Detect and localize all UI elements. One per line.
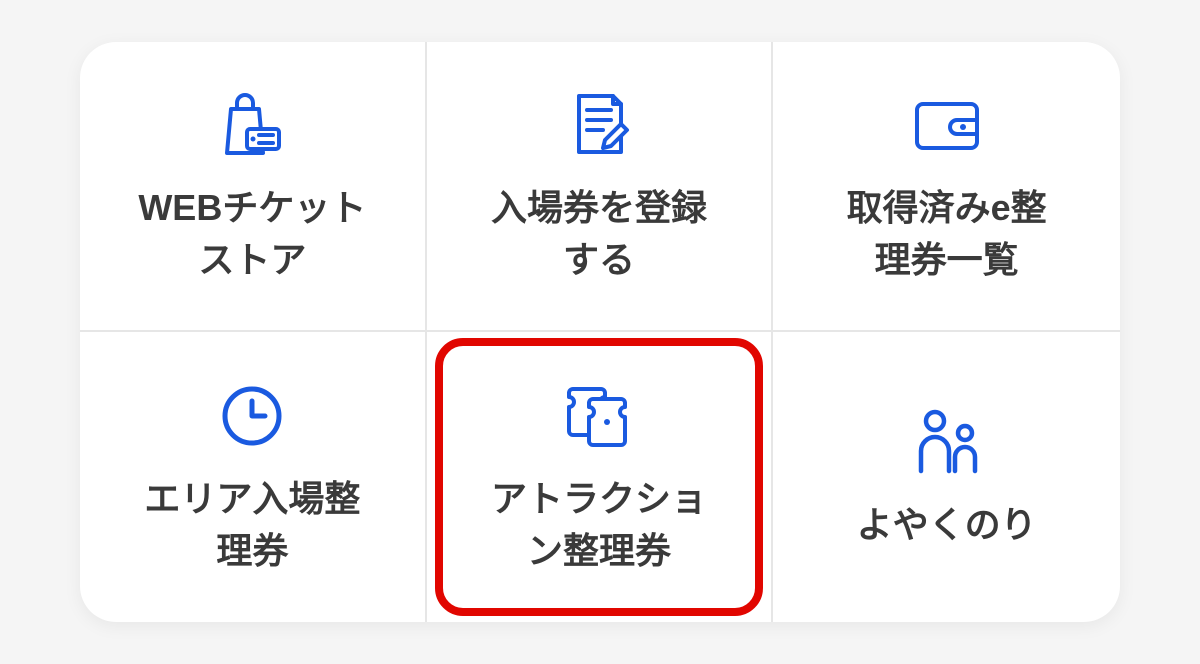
menu-item-attraction-ticket[interactable]: アトラクション整理券: [427, 332, 774, 622]
menu-item-label: WEBチケットストア: [138, 182, 366, 286]
menu-item-yoyaku-nori[interactable]: よやくのり: [773, 332, 1120, 622]
menu-card: WEBチケットストア 入場券を登録する: [80, 42, 1120, 622]
menu-item-obtained-etickets[interactable]: 取得済みe整理券一覧: [773, 42, 1120, 332]
menu-grid: WEBチケットストア 入場券を登録する: [80, 42, 1120, 622]
menu-item-label: 入場券を登録する: [491, 182, 707, 286]
menu-item-label: エリア入場整理券: [144, 473, 360, 577]
menu-item-area-entry-ticket[interactable]: エリア入場整理券: [80, 332, 427, 622]
tickets-icon: [563, 377, 635, 455]
menu-item-register-ticket[interactable]: 入場券を登録する: [427, 42, 774, 332]
family-icon: [909, 403, 985, 481]
clock-icon: [219, 377, 285, 455]
edit-document-icon: [567, 86, 631, 164]
menu-item-web-ticket-store[interactable]: WEBチケットストア: [80, 42, 427, 332]
menu-item-label: よやくのり: [857, 499, 1037, 551]
menu-item-label: 取得済みe整理券一覧: [847, 182, 1047, 286]
menu-item-label: アトラクション整理券: [491, 473, 707, 577]
wallet-icon: [911, 86, 983, 164]
shopping-bag-ticket-icon: [217, 86, 287, 164]
